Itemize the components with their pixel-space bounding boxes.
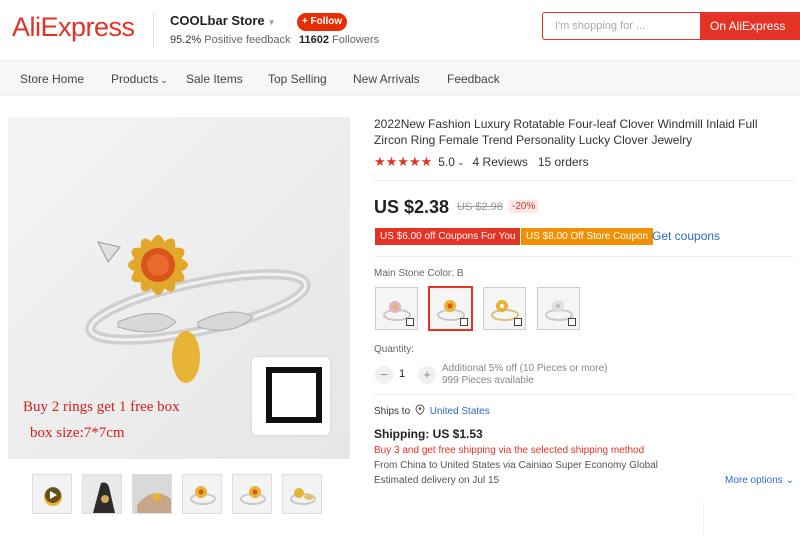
more-options-label[interactable]: More options [725,475,783,486]
hand-image [93,482,115,513]
chevron-down-icon[interactable]: ⌄ [786,475,794,486]
promo-text-buy-2: Buy 2 rings get 1 free box [23,399,180,415]
quantity-increase-button[interactable]: + [418,366,436,384]
color-label: Main Stone Color: B [374,268,464,279]
divider [374,256,794,257]
shipping-cost: Shipping: US $1.53 [374,427,483,441]
checkbox-icon [406,318,414,326]
orders-count: 15 orders [537,155,589,169]
followers-count: 11602 [299,34,329,46]
quantity-decrease-button[interactable]: − [375,366,393,384]
original-price: US $2.98 [457,201,503,213]
shipping-route: From China to United States via Cainiao … [374,460,659,471]
gift-box-frame [266,367,322,423]
stock-note: 999 Pieces available [442,375,534,386]
store-nav: Store Home Products ⌄ Sale Items Top Sell… [0,60,800,96]
ships-to-location[interactable]: United States [430,406,490,417]
store-coupon[interactable]: US $8.00 Off Store Coupon [521,228,654,245]
nav-new-arrivals[interactable]: New Arrivals [353,72,420,86]
ships-to-label: Ships to [374,406,411,417]
nav-top-selling[interactable]: Top Selling [268,72,327,86]
followers: 11602 Followers [299,34,379,46]
get-coupons-link[interactable]: Get coupons [652,229,720,243]
aliexpress-logo[interactable]: AliExpress [12,12,135,43]
swatch-option-b[interactable] [429,287,472,330]
divider [153,12,154,48]
ships-to: Ships to United States [374,404,490,417]
estimated-delivery: Estimated delivery on Jul 15 [374,475,500,486]
chevron-down-icon[interactable]: ⌄ [457,157,465,168]
gift-box-image [252,357,330,435]
discount-badge: -20% [509,200,539,213]
rating-row: ★★★★★ 5.0 ⌄ 4 Reviews 15 orders [374,154,589,170]
nav-sale-items[interactable]: Sale Items [186,72,243,86]
search-box [542,12,700,40]
ring-image [290,488,316,505]
nav-store-home[interactable]: Store Home [20,72,84,86]
quantity-label: Quantity: [374,344,415,355]
checkbox-icon [568,318,576,326]
coupon-for-you[interactable]: US $6.00 off Coupons For You [375,228,521,245]
thumbnail-hand-2[interactable] [132,474,172,514]
swatch-option-c[interactable] [483,287,526,330]
bulk-discount-note: Additional 5% off (10 Pieces or more) [442,363,608,374]
header: AliExpress COOLbar Store ▼ 95.2% Positive… [0,0,800,60]
color-value: B [456,268,464,279]
star-rating-icon: ★★★★★ [374,154,433,169]
checkbox-icon [460,318,468,326]
thumbnail-video[interactable] [32,474,72,514]
price: US $2.38 [374,197,450,217]
location-pin-icon [415,404,425,416]
checkbox-icon [514,318,522,326]
more-options-link[interactable]: More options ⌄ [725,475,794,486]
rating-value[interactable]: 5.0 [438,155,455,169]
divider [374,180,794,181]
feedback-label: Positive feedback [204,34,291,46]
free-shipping-note: Buy 3 and get free shipping via the sele… [374,445,645,456]
nav-feedback[interactable]: Feedback [447,72,500,86]
swatch-option-d[interactable] [537,287,580,330]
followers-label: Followers [332,34,380,46]
promo-text-box-size: box size:7*7cm [30,425,125,441]
divider [374,394,794,395]
store-name-text[interactable]: COOLbar Store [170,13,265,28]
search-button[interactable]: On AliExpress [700,12,800,40]
chevron-down-icon[interactable]: ▼ [268,18,276,27]
color-label-text: Main Stone Color: [374,268,455,279]
quantity-input[interactable]: 1 [399,368,405,380]
store-name[interactable]: COOLbar Store ▼ [170,13,276,28]
nav-products-label[interactable]: Products [111,72,158,86]
product-main-image[interactable]: Buy 2 rings get 1 free box box size:7*7c… [8,117,350,459]
thumbnail-hand[interactable] [82,474,122,514]
search-input[interactable] [543,13,693,39]
play-icon [44,487,62,506]
thumbnail-ring-2[interactable] [232,474,272,514]
product-title: 2022New Fashion Luxury Rotatable Four-le… [374,117,758,147]
follow-button[interactable]: + Follow [297,13,347,31]
nav-products[interactable]: Products ⌄ [111,72,168,86]
swatch-option-a[interactable] [375,287,418,330]
feedback-percent: 95.2% [170,34,202,46]
thumbnail-ring-1[interactable] [182,474,222,514]
divider [703,502,704,534]
hand-image [137,493,171,513]
ring-image [190,486,216,505]
ring-image [240,486,266,505]
store-feedback: 95.2% Positive feedback [170,34,290,46]
thumbnail-ring-3[interactable] [282,474,322,514]
chevron-down-icon[interactable]: ⌄ [160,75,168,85]
reviews-count[interactable]: 4 Reviews [473,155,528,169]
